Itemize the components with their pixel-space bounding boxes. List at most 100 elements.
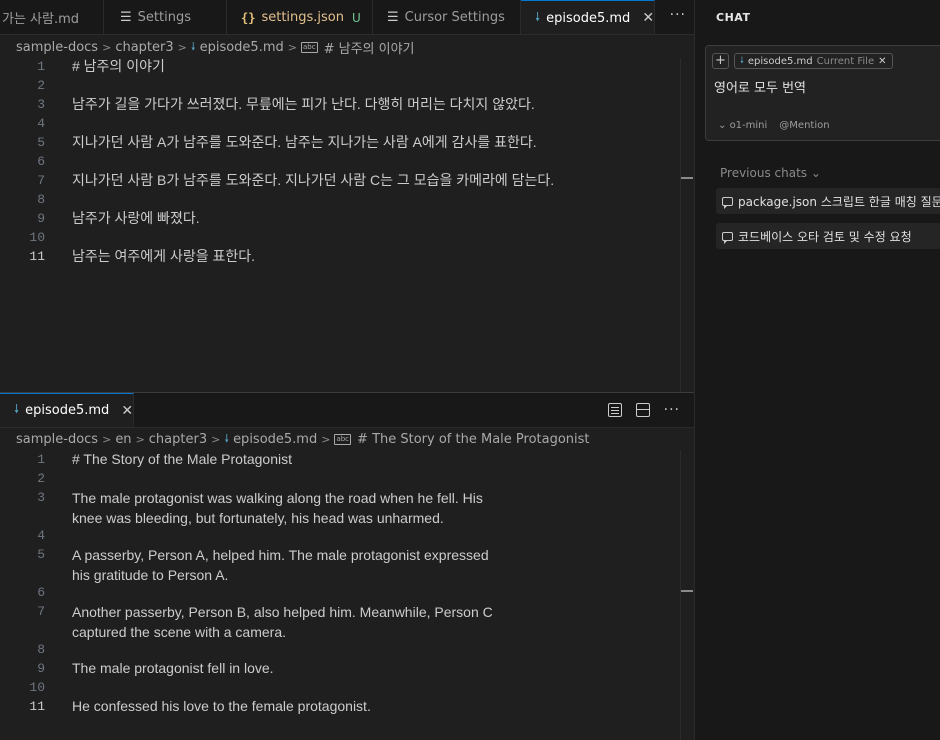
code-line: 10: [0, 678, 680, 697]
line-text: 지나가던 사람 B가 남주를 도와준다. 지나가던 사람 C는 그 모습을 카메…: [72, 172, 555, 188]
line-number: 1: [37, 452, 45, 467]
breadcrumb-item[interactable]: # The Story of the Male Protagonist: [357, 432, 589, 447]
line-text-wrapped: his gratitude to Person A.: [72, 567, 229, 583]
line-number: 4: [37, 528, 45, 543]
line-text: # The Story of the Male Protagonist: [72, 451, 292, 467]
chat-input-box[interactable]: + 🠗 episode5.md Current File ✕ 영어로 모두 번역…: [705, 45, 940, 141]
line-number: 1: [37, 59, 45, 74]
tab-settings-json[interactable]: {} settings.json U: [227, 0, 373, 34]
mention-button[interactable]: @Mention: [779, 120, 829, 131]
breadcrumb-item[interactable]: en: [115, 432, 131, 447]
tab-episode5[interactable]: 🠗 episode5.md ✕: [521, 0, 655, 34]
untracked-badge: U: [352, 10, 361, 25]
scrollbar-cursor-marker: [681, 177, 693, 179]
code-line: 1 # The Story of the Male Protagonist: [0, 450, 680, 469]
model-selector[interactable]: ⌄ o1-mini: [718, 120, 767, 131]
code-line: 7 지나가던 사람 B가 남주를 도와준다. 지나가던 사람 C는 그 모습을 카…: [0, 171, 680, 190]
chip-tag: Current File: [816, 55, 875, 67]
line-text: 남주는 여주에게 사랑을 표한다.: [72, 248, 255, 264]
line-number: 3: [37, 97, 45, 112]
previous-chat-item[interactable]: 코드베이스 오타 검토 및 수정 요청: [716, 223, 940, 249]
previous-chat-item[interactable]: package.json 스크립트 한글 매칭 질문: [716, 188, 940, 214]
markdown-icon: 🠗: [190, 39, 196, 53]
code-line: 11 남주는 여주에게 사랑을 표한다.: [0, 247, 680, 266]
scrollbar-track[interactable]: [680, 450, 681, 740]
line-text: # 남주의 이야기: [72, 58, 165, 74]
comment-icon: [722, 231, 733, 244]
code-line: 2: [0, 469, 680, 488]
breadcrumb-item[interactable]: episode5.md: [200, 40, 284, 55]
close-icon[interactable]: ✕: [121, 403, 133, 419]
code-line: 5 A passerby, Person A, helped him. The m…: [0, 545, 680, 583]
breadcrumb-item[interactable]: chapter3: [115, 40, 173, 55]
code-line: 10: [0, 228, 680, 247]
settings-gear-icon: ☰: [387, 10, 399, 25]
line-number: 2: [37, 471, 45, 486]
breadcrumb-item[interactable]: sample-docs: [16, 40, 98, 55]
line-text-wrapped: captured the scene with a camera.: [72, 624, 287, 640]
chevron-right-icon: >: [287, 40, 297, 54]
tab-settings[interactable]: ☰ Settings: [104, 0, 227, 34]
previous-chats-header[interactable]: Previous chats ⌄: [720, 166, 821, 180]
line-number: 8: [37, 192, 45, 207]
tab-episode5-en[interactable]: 🠗 episode5.md ✕: [0, 393, 134, 427]
breadcrumb-item[interactable]: # 남주의 이야기: [324, 38, 415, 57]
scrollbar-track[interactable]: [680, 58, 681, 392]
line-text: A passerby, Person A, helped him. The ma…: [72, 547, 489, 563]
line-number: 10: [29, 230, 45, 245]
line-text: Another passerby, Person B, also helped …: [72, 604, 493, 620]
markdown-icon: 🠗: [224, 431, 230, 445]
model-name: o1-mini: [729, 120, 768, 131]
line-number: 11: [29, 249, 45, 264]
code-line: 8: [0, 190, 680, 209]
line-text: He confessed his love to the female prot…: [72, 698, 371, 714]
chevron-right-icon: >: [211, 432, 221, 446]
tab-1[interactable]: 가는 사람.md: [0, 0, 104, 34]
chevron-right-icon: >: [102, 40, 112, 54]
breadcrumb-item[interactable]: chapter3: [149, 432, 207, 447]
pane-actions: ···: [607, 402, 680, 418]
chevron-right-icon: >: [177, 40, 187, 54]
tab-label: 가는 사람.md: [2, 12, 80, 27]
code-line: 6: [0, 583, 680, 602]
chat-input-text[interactable]: 영어로 모두 번역: [714, 77, 806, 96]
chat-title: CHAT: [716, 11, 751, 24]
close-icon[interactable]: ✕: [878, 56, 886, 67]
editor-area: 가는 사람.md ☰ Settings {} settings.json U ☰…: [0, 0, 694, 740]
chat-panel: CHAT + 🠗 episode5.md Current File ✕ 영어로 …: [694, 0, 940, 740]
more-actions-icon[interactable]: ···: [664, 402, 680, 418]
chip-file-name: episode5.md: [747, 55, 813, 67]
open-preview-icon[interactable]: [607, 403, 622, 417]
line-number: 6: [37, 585, 45, 600]
close-icon[interactable]: ✕: [642, 10, 654, 26]
line-number: 3: [37, 490, 45, 505]
line-text: 지나가던 사람 A가 남주를 도와준다. 남주는 지나가는 사람 A에게 감사를…: [72, 134, 537, 150]
breadcrumb-bottom: sample-docs > en > chapter3 > 🠗 episode5…: [0, 428, 590, 450]
markdown-icon: 🠗: [740, 56, 744, 66]
code-line: 11 He confessed his love to the female pr…: [0, 697, 680, 716]
breadcrumb-item[interactable]: sample-docs: [16, 432, 98, 447]
line-text-wrapped: knee was bleeding, but fortunately, his …: [72, 510, 444, 526]
code-line: 4: [0, 526, 680, 545]
breadcrumb-item[interactable]: episode5.md: [233, 432, 317, 447]
line-number: 2: [37, 78, 45, 93]
line-number: 9: [37, 661, 45, 676]
context-file-chip[interactable]: 🠗 episode5.md Current File ✕: [734, 53, 893, 69]
code-line: 3 남주가 길을 가다가 쓰러졌다. 무릎에는 피가 난다. 다행히 머리는 다치…: [0, 95, 680, 114]
line-number: 4: [37, 116, 45, 131]
line-number: 7: [37, 173, 45, 188]
tab-label: Cursor Settings: [404, 10, 505, 25]
tab-label: settings.json: [261, 10, 345, 25]
add-context-button[interactable]: +: [712, 53, 729, 69]
split-editor-icon[interactable]: [635, 403, 650, 417]
previous-chat-title: package.json 스크립트 한글 매칭 질문: [738, 194, 940, 209]
tab-cursor-settings[interactable]: ☰ Cursor Settings: [373, 0, 521, 34]
line-number: 9: [37, 211, 45, 226]
chevron-down-icon: ⌄: [810, 166, 821, 180]
line-text: The male protagonist was walking along t…: [72, 490, 483, 506]
more-actions-icon[interactable]: ···: [670, 7, 686, 23]
editor-tab-bar: 가는 사람.md ☰ Settings {} settings.json U ☰…: [0, 0, 694, 35]
code-line: 3 The male protagonist was walking along …: [0, 488, 680, 526]
breadcrumb-top: sample-docs > chapter3 > 🠗 episode5.md >…: [0, 36, 415, 58]
chevron-right-icon: >: [321, 432, 331, 446]
